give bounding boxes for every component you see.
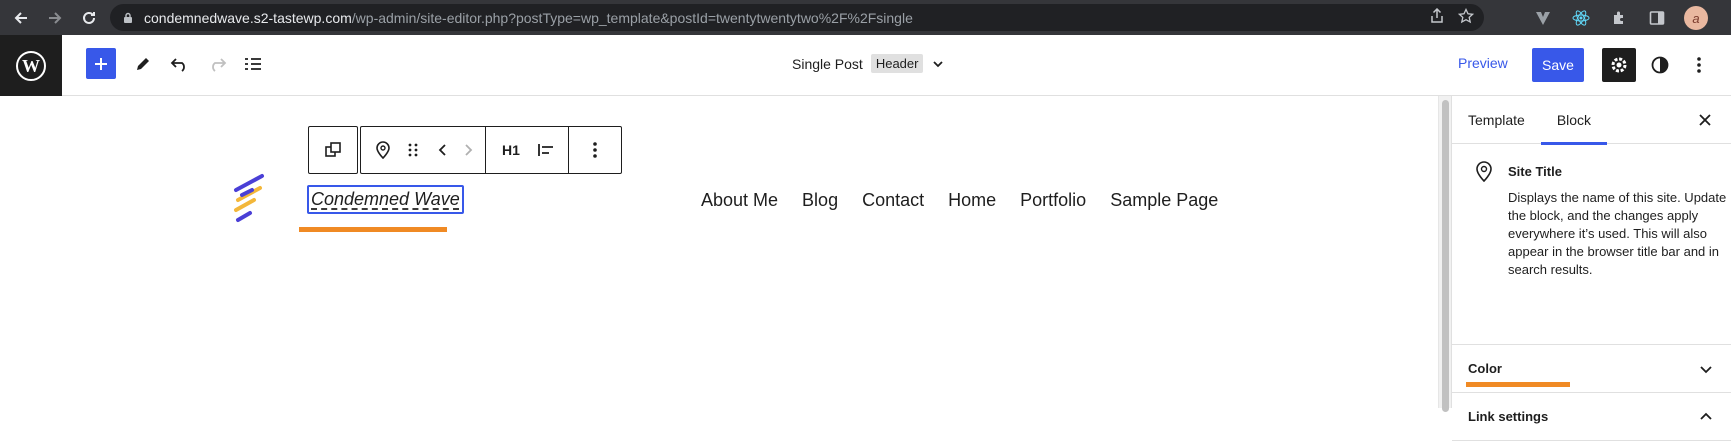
- canvas-scrollbar[interactable]: [1438, 96, 1451, 412]
- nav-item-portfolio[interactable]: Portfolio: [1020, 190, 1086, 211]
- template-name: Single Post: [792, 55, 863, 72]
- site-logo-icon[interactable]: [230, 168, 270, 228]
- block-inserter-button[interactable]: [86, 48, 116, 79]
- redo-icon[interactable]: [203, 50, 231, 78]
- nav-item-home[interactable]: Home: [948, 190, 996, 211]
- block-transform-icon[interactable]: [321, 138, 345, 162]
- heading-level-button[interactable]: H1: [496, 142, 526, 158]
- settings-sidebar: Template Block Site Title Displays the n…: [1451, 96, 1731, 441]
- address-bar[interactable]: condemnedwave.s2-tastewp.com/wp-admin/si…: [110, 4, 1484, 31]
- edit-tool-pencil-icon[interactable]: [129, 50, 157, 78]
- sidebar-tabs: Template Block: [1452, 96, 1731, 145]
- move-left-chevron-icon[interactable]: [431, 138, 455, 162]
- editor-header: W Single Post Header Preview Save: [0, 35, 1731, 96]
- settings-gear-icon[interactable]: [1602, 48, 1636, 82]
- styles-half-circle-icon[interactable]: [1645, 50, 1675, 80]
- svg-text:W: W: [22, 56, 40, 76]
- site-title-block[interactable]: Condemned Wave: [307, 185, 464, 214]
- nav-item-about-me[interactable]: About Me: [701, 190, 778, 211]
- browser-toolbar: condemnedwave.s2-tastewp.com/wp-admin/si…: [0, 0, 1731, 35]
- lock-icon: [124, 12, 132, 23]
- vuetify-extension-icon[interactable]: [1532, 7, 1554, 29]
- reload-icon[interactable]: [76, 5, 102, 31]
- panel-link-settings-title: Link settings: [1468, 409, 1549, 424]
- close-icon[interactable]: [1693, 108, 1717, 132]
- chevron-up-icon: [1700, 412, 1712, 420]
- block-card-title: Site Title: [1508, 164, 1562, 179]
- move-right-chevron-icon[interactable]: [461, 138, 475, 162]
- preview-button[interactable]: Preview: [1458, 55, 1508, 71]
- list-view-icon[interactable]: [239, 50, 267, 78]
- block-switcher-group: [308, 126, 358, 174]
- react-devtools-icon[interactable]: [1570, 7, 1592, 29]
- side-panel-icon[interactable]: [1646, 7, 1668, 29]
- tab-block[interactable]: Block: [1540, 96, 1608, 145]
- url-text: condemnedwave.s2-tastewp.com/wp-admin/si…: [144, 9, 913, 26]
- align-text-icon[interactable]: [534, 138, 558, 162]
- forward-icon[interactable]: [42, 5, 68, 31]
- block-tools-group: H1: [360, 126, 622, 174]
- undo-icon[interactable]: [166, 50, 194, 78]
- nav-item-contact[interactable]: Contact: [862, 190, 924, 211]
- save-button[interactable]: Save: [1532, 48, 1584, 82]
- panel-link-settings[interactable]: Link settings: [1452, 393, 1731, 441]
- nav-item-blog[interactable]: Blog: [802, 190, 838, 211]
- drag-handle-icon[interactable]: [401, 138, 425, 162]
- nav-item-sample-page[interactable]: Sample Page: [1110, 190, 1218, 211]
- scrollbar-thumb[interactable]: [1442, 100, 1449, 412]
- color-highlight-underline: [1466, 382, 1570, 387]
- extensions-puzzle-icon[interactable]: [1608, 7, 1630, 29]
- wordpress-logo-icon[interactable]: W: [0, 35, 62, 96]
- highlight-underline: [299, 227, 447, 232]
- block-card: Site Title Displays the name of this sit…: [1452, 144, 1731, 345]
- block-toolbar: H1: [308, 126, 622, 174]
- profile-avatar[interactable]: a: [1684, 6, 1708, 30]
- chevron-down-icon: [1700, 365, 1712, 373]
- chevron-down-icon: [933, 60, 944, 67]
- editor-canvas[interactable]: H1 Condemned Wave About Me Blog Contact …: [0, 96, 1450, 408]
- site-title-location-icon[interactable]: [371, 138, 395, 162]
- template-part-badge: Header: [870, 54, 924, 73]
- back-icon[interactable]: [8, 5, 34, 31]
- block-card-description: Displays the name of this site. Update t…: [1508, 190, 1727, 277]
- navigation-menu: About Me Blog Contact Home Portfolio Sam…: [701, 190, 1218, 211]
- bookmark-star-icon[interactable]: [1457, 7, 1475, 29]
- panel-color[interactable]: Color: [1452, 345, 1731, 393]
- share-icon[interactable]: [1430, 7, 1444, 29]
- more-options-icon[interactable]: [1684, 50, 1714, 80]
- tab-template[interactable]: Template: [1452, 96, 1541, 144]
- site-title-icon: [1476, 161, 1492, 183]
- block-options-icon[interactable]: [583, 138, 607, 162]
- document-title-dropdown[interactable]: Single Post Header: [792, 54, 945, 73]
- panel-color-title: Color: [1468, 361, 1502, 376]
